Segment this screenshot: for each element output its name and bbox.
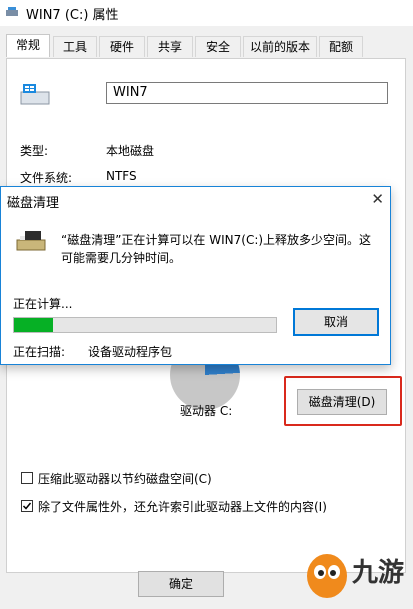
dialog-message: “磁盘清理”正在计算可以在 WIN7(C:)上释放多少空间。这可能需要几分钟时间…: [61, 233, 372, 265]
compress-label: 压缩此驱动器以节约磁盘空间(C): [38, 472, 212, 486]
tab-hardware[interactable]: 硬件: [99, 36, 145, 57]
filesystem-value: NTFS: [106, 169, 137, 183]
index-checkbox[interactable]: [21, 500, 33, 512]
drive-label: 驱动器 C:: [180, 404, 233, 418]
disk-cleanup-dialog: 磁盘清理 ✕ “磁盘清理”正在计算可以在 WIN7(C:)上释放多少空间。这可能…: [0, 186, 391, 365]
tab-security[interactable]: 安全: [195, 36, 241, 57]
index-label: 除了文件属性外，还允许索引此驱动器上文件的内容(I): [38, 500, 327, 514]
filesystem-label: 文件系统:: [20, 171, 73, 185]
tab-quota[interactable]: 配额: [319, 36, 363, 57]
compress-checkbox[interactable]: [21, 472, 33, 484]
watermark-text: 九游: [352, 558, 405, 588]
drive-icon: [6, 7, 18, 16]
progress-label: 正在计算...: [13, 297, 73, 311]
tab-previous-versions[interactable]: 以前的版本: [243, 36, 317, 57]
dialog-title: 磁盘清理: [7, 196, 60, 211]
cancel-button[interactable]: 取消: [293, 308, 379, 336]
window-title: WIN7 (C:) 属性: [26, 8, 119, 23]
type-value: 本地磁盘: [106, 144, 155, 158]
tab-tools[interactable]: 工具: [53, 36, 97, 57]
mascot-icon: [307, 554, 347, 598]
watermark-logo: 九游: [300, 540, 412, 606]
progress-bar: [13, 317, 277, 333]
progress-fill: [14, 318, 54, 332]
hard-drive-icon: [20, 84, 50, 105]
tab-general[interactable]: 常规: [6, 34, 50, 57]
scan-label: 正在扫描:: [13, 345, 66, 359]
type-label: 类型:: [20, 144, 49, 158]
dialog-titlebar: 磁盘清理 ✕: [1, 187, 390, 213]
ok-button[interactable]: 确定: [138, 571, 224, 597]
close-icon[interactable]: ✕: [371, 190, 384, 208]
highlight-box: [284, 376, 402, 426]
scan-value: 设备驱动程序包: [88, 345, 173, 359]
disk-cleanup-icon: [16, 231, 46, 251]
checkmark-icon: [22, 502, 32, 510]
tab-sharing[interactable]: 共享: [147, 36, 193, 57]
window-titlebar: WIN7 (C:) 属性: [0, 0, 413, 26]
drive-name-input[interactable]: WIN7: [106, 82, 388, 104]
